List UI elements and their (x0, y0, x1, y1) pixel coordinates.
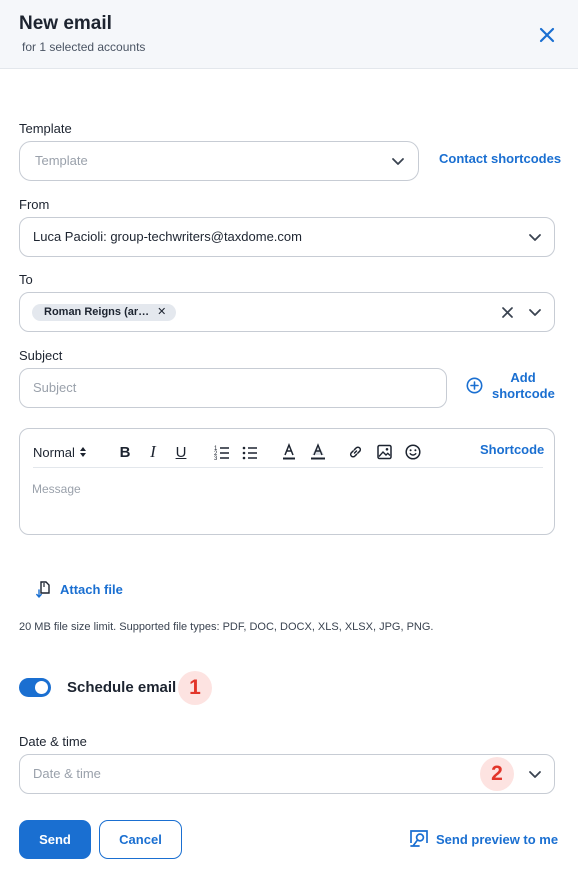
message-editor[interactable]: Normal B I U 1 2 3 Shortcode Message (19, 428, 555, 535)
add-shortcode-line2: shortcode (492, 386, 555, 401)
format-select-label: Normal (33, 444, 75, 460)
template-label: Template (19, 121, 72, 136)
from-label: From (19, 197, 50, 212)
text-color-icon[interactable] (282, 443, 296, 461)
highlight-icon[interactable] (310, 443, 326, 461)
bold-icon[interactable]: B (118, 443, 132, 461)
shortcode-link[interactable]: Shortcode (480, 442, 544, 457)
add-shortcode-line1: Add (510, 370, 536, 385)
send-preview-link[interactable]: Send preview to me (436, 832, 558, 847)
underline-icon[interactable]: U (174, 443, 188, 461)
image-icon[interactable] (377, 443, 392, 461)
modal-header: New email for 1 selected accounts (0, 0, 578, 69)
ordered-list-icon[interactable]: 1 2 3 (214, 443, 230, 461)
send-button[interactable]: Send (19, 820, 91, 859)
step-badge-1: 1 (178, 671, 212, 705)
editor-toolbar: Normal B I U 1 2 3 Shortcode (33, 440, 544, 468)
recipient-chip[interactable]: Roman Reigns (ar… ✕ (32, 304, 177, 321)
remove-chip-icon[interactable]: ✕ (157, 306, 166, 318)
plus-circle-icon[interactable] (466, 377, 483, 394)
template-placeholder: Template (35, 153, 88, 168)
toggle-knob (35, 681, 48, 694)
close-icon[interactable] (536, 24, 558, 46)
contact-shortcodes-link[interactable]: Contact shortcodes (439, 151, 561, 166)
step-badge-2: 2 (480, 757, 514, 791)
file-size-hint: 20 MB file size limit. Supported file ty… (19, 621, 434, 633)
recipient-chip-label: Roman Reigns (ar… (44, 306, 150, 318)
template-select[interactable]: Template (19, 141, 419, 181)
add-shortcode-link[interactable]: Add shortcode (492, 370, 555, 402)
attach-file-button[interactable]: Attach file (60, 582, 123, 597)
chevron-down-icon (392, 158, 404, 165)
bullet-list-icon[interactable] (242, 443, 258, 461)
subject-input[interactable]: Subject (19, 368, 447, 408)
sort-icon (79, 447, 86, 457)
chevron-down-icon (529, 234, 541, 241)
svg-text:3: 3 (214, 456, 218, 461)
from-value: Luca Pacioli: group-techwriters@taxdome.… (33, 229, 302, 244)
emoji-icon[interactable] (405, 443, 421, 461)
schedule-email-toggle[interactable] (19, 678, 51, 697)
schedule-email-label: Schedule email (67, 679, 177, 696)
preview-icon[interactable] (410, 830, 428, 848)
subject-label: Subject (19, 348, 63, 363)
message-placeholder: Message (32, 482, 81, 496)
cancel-button[interactable]: Cancel (99, 820, 182, 859)
clear-icon[interactable] (501, 306, 514, 319)
modal-subtitle: for 1 selected accounts (22, 40, 146, 54)
chevron-down-icon (529, 771, 541, 778)
link-icon[interactable] (348, 443, 363, 461)
datetime-placeholder: Date & time (33, 766, 101, 781)
to-label: To (19, 272, 33, 287)
italic-icon[interactable]: I (146, 442, 160, 461)
modal-title: New email (19, 13, 112, 34)
to-select[interactable]: Roman Reigns (ar… ✕ (19, 292, 555, 332)
format-select[interactable]: Normal (33, 443, 87, 461)
chevron-down-icon (529, 309, 541, 316)
subject-placeholder: Subject (33, 380, 77, 395)
attach-file-icon[interactable] (36, 581, 50, 598)
from-select[interactable]: Luca Pacioli: group-techwriters@taxdome.… (19, 217, 555, 257)
datetime-select[interactable]: Date & time (19, 754, 555, 794)
datetime-label: Date & time (19, 734, 87, 749)
